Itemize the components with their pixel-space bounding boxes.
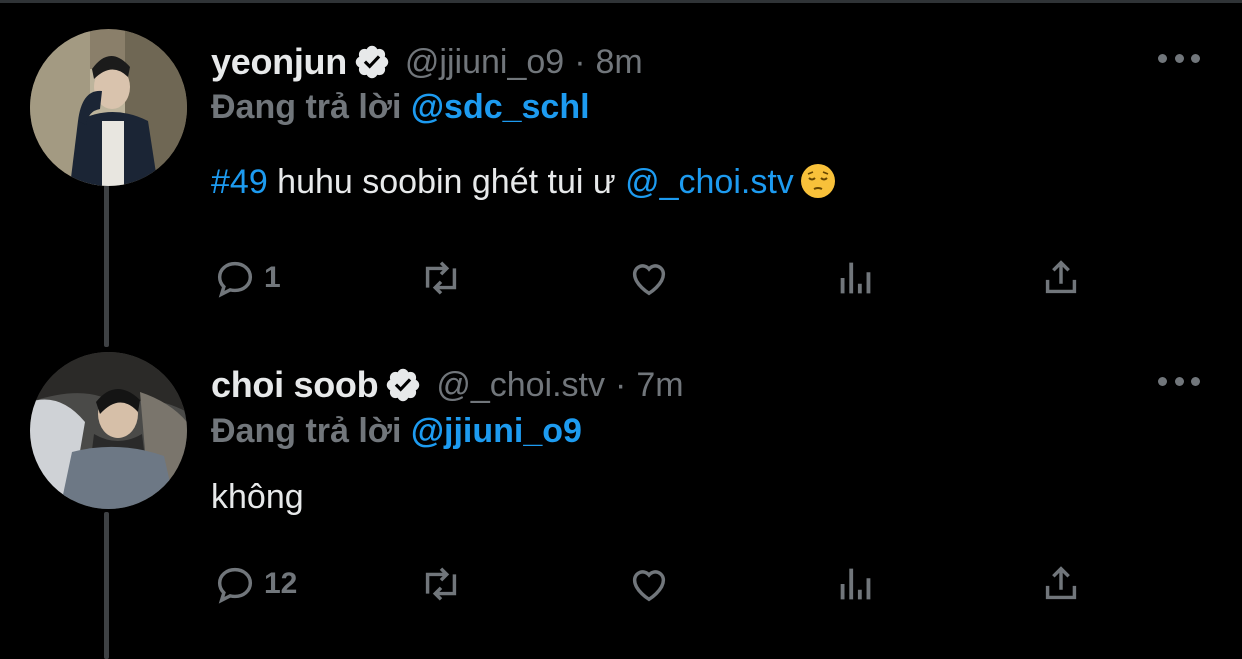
display-name[interactable]: choi soob xyxy=(211,364,379,406)
reply-mention-link[interactable]: @sdc_schl xyxy=(411,88,590,126)
analytics-button[interactable] xyxy=(833,253,879,303)
like-icon xyxy=(632,264,666,296)
more-options-icon[interactable] xyxy=(1158,52,1200,64)
share-button[interactable] xyxy=(1038,253,1084,303)
analytics-icon xyxy=(840,262,871,294)
hashtag-link[interactable]: #49 xyxy=(211,163,268,201)
reply-button[interactable]: 1 xyxy=(212,253,281,303)
like-button[interactable] xyxy=(626,559,678,609)
like-icon xyxy=(632,570,666,602)
retweet-button[interactable] xyxy=(418,559,470,609)
avatar[interactable] xyxy=(30,352,187,509)
retweet-icon xyxy=(425,567,457,601)
display-name[interactable]: yeonjun xyxy=(211,41,347,83)
tweet-text-plain: huhu soobin ghét tui ư xyxy=(267,163,626,201)
tweet-text: không xyxy=(211,478,304,517)
tweet-text: #49 huhu soobin ghét tui ư @_choi.stv xyxy=(211,163,836,202)
replying-to-label: Đang trả lời xyxy=(211,88,402,126)
share-button[interactable] xyxy=(1038,559,1084,609)
user-handle[interactable]: @jjiuni_o9 xyxy=(405,43,564,82)
reply-count: 12 xyxy=(264,567,298,600)
replying-to: Đang trả lời @jjiuni_o9 xyxy=(211,412,582,451)
tweet-yeonjun[interactable]: yeonjun @jjiuni_o9 · 8m Đang trả lời @sd… xyxy=(0,0,1242,340)
more-options-icon[interactable] xyxy=(1158,375,1200,387)
verified-badge-icon xyxy=(353,43,391,81)
reply-button[interactable]: 12 xyxy=(212,559,297,609)
tweet-text-plain: không xyxy=(211,478,304,516)
avatar[interactable] xyxy=(30,29,187,186)
mention-link[interactable]: @_choi.stv xyxy=(625,163,794,201)
share-icon xyxy=(1045,566,1077,600)
separator-dot: · xyxy=(615,365,627,404)
tweet-choi-soob[interactable]: choi soob @_choi.stv · 7m Đang trả lời @… xyxy=(0,340,1242,659)
tweet-header: choi soob @_choi.stv · 7m xyxy=(211,363,684,407)
replying-to: Đang trả lời @sdc_schl xyxy=(211,88,590,127)
pensive-face-emoji xyxy=(800,163,836,199)
like-button[interactable] xyxy=(626,253,678,303)
analytics-button[interactable] xyxy=(833,559,879,609)
retweet-icon xyxy=(425,261,457,295)
tweet-header: yeonjun @jjiuni_o9 · 8m xyxy=(211,40,643,84)
tweet-actions: 1 xyxy=(0,253,1242,303)
user-handle[interactable]: @_choi.stv xyxy=(436,366,605,405)
reply-count: 1 xyxy=(264,261,281,294)
retweet-button[interactable] xyxy=(418,253,470,303)
replying-to-label: Đang trả lời xyxy=(211,412,402,450)
analytics-icon xyxy=(840,568,871,600)
share-icon xyxy=(1045,260,1077,294)
reply-mention-link[interactable]: @jjiuni_o9 xyxy=(411,412,582,450)
timestamp[interactable]: 7m xyxy=(636,366,683,405)
timestamp[interactable]: 8m xyxy=(596,43,643,82)
verified-badge-icon xyxy=(384,366,422,404)
reply-icon xyxy=(217,261,253,298)
tweet-actions: 12 xyxy=(0,559,1242,609)
reply-icon xyxy=(217,567,253,604)
separator-dot: · xyxy=(574,42,586,81)
